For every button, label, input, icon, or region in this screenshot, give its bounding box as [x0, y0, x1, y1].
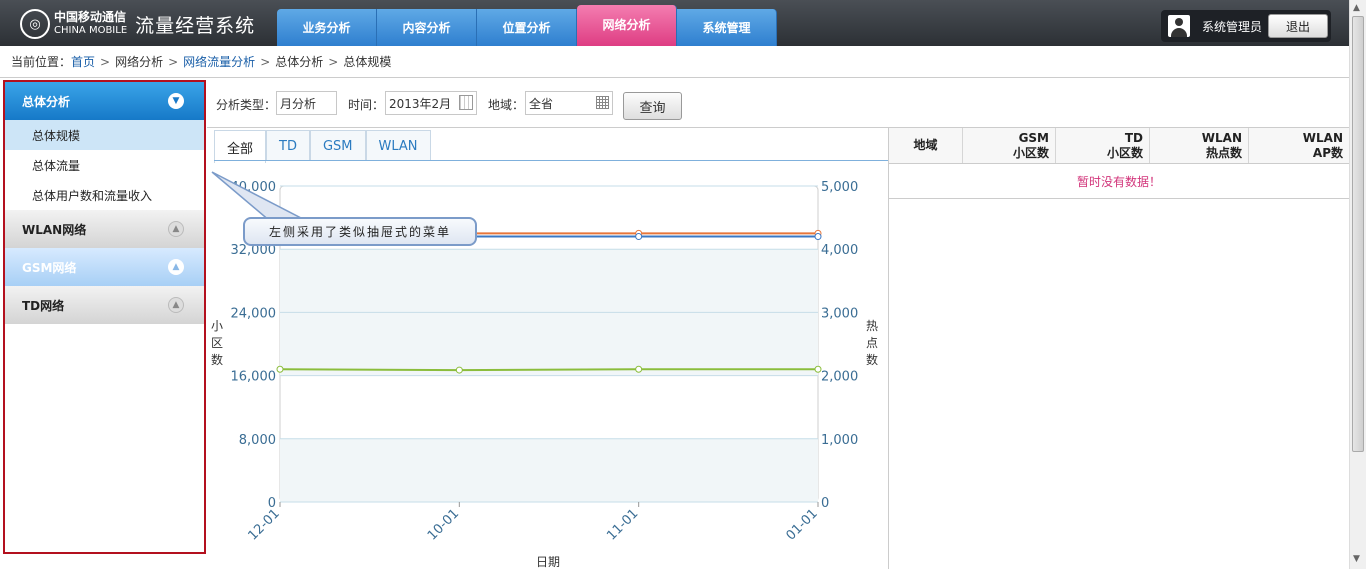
column-header-td-cells: TD 小区数	[1056, 128, 1150, 163]
breadcrumb-overall-analysis: 总体分析	[275, 55, 324, 69]
data-point	[814, 365, 822, 373]
region-label: 地域：	[488, 98, 525, 112]
y-tick-label-left: 8,000	[239, 433, 276, 448]
scroll-down-arrow-icon[interactable]: ▼	[1353, 554, 1360, 564]
column-header-wlan-ap: WLAN AP数	[1302, 130, 1343, 160]
chevron-up-icon: ▲	[168, 297, 184, 313]
filter-bar: 分析类型： 月分析 时间： 2013年2月 地域： 全省 查询	[207, 80, 1349, 128]
y-axis-label-left: 数	[211, 352, 223, 367]
data-point	[276, 365, 284, 373]
logout-button[interactable]: 退出	[1268, 14, 1329, 38]
y-tick-label-right: 1,000	[821, 433, 858, 448]
column-header-wlan-hotspots: WLAN 热点数	[1150, 128, 1249, 163]
y-axis-label-right: 数	[866, 352, 878, 367]
sidebar-group-label: GSM网络	[22, 260, 77, 275]
logo-en-text: CHINA MOBILE	[54, 25, 128, 36]
breadcrumb: 当前位置： 首页 > 网络分析 > 网络流量分析 > 总体分析 > 总体规模	[0, 46, 1349, 78]
y-tick-label-right: 4,000	[821, 243, 858, 258]
x-tick-label: 01-01	[784, 506, 821, 543]
sidebar-group-label: 总体分析	[22, 94, 71, 109]
chevron-down-icon: ▼	[168, 93, 184, 109]
sidebar-group-wlan[interactable]: WLAN网络 ▲	[5, 210, 204, 248]
nav-tab-business[interactable]: 业务分析	[277, 9, 377, 46]
y-tick-label-right: 3,000	[821, 306, 858, 321]
sidebar-item-users-revenue[interactable]: 总体用户数和流量收入	[5, 180, 204, 210]
time-value: 2013年2月	[389, 96, 452, 111]
nav-tab-network[interactable]: 网络分析	[577, 5, 677, 46]
analysis-type-value: 月分析	[280, 96, 317, 111]
data-table: 地域 GSM 小区数 TD 小区数 WLAN 热点数 WLAN AP数 暂时没有…	[888, 128, 1349, 569]
sidebar-group-overall[interactable]: 总体分析 ▼	[5, 82, 204, 120]
page-scrollbar[interactable]: ▲ ▼	[1349, 0, 1366, 569]
scroll-up-arrow-icon[interactable]: ▲	[1353, 3, 1360, 13]
china-mobile-logo-icon: ◎	[20, 9, 50, 39]
x-tick-label: 12-01	[246, 506, 283, 543]
chevron-up-icon: ▲	[168, 259, 184, 275]
breadcrumb-separator: >	[328, 54, 339, 69]
logo: ◎ 中国移动通信 CHINA MOBILE 流量经营系统	[20, 8, 255, 40]
x-tick-label: 10-01	[425, 506, 462, 543]
y-axis-label-right: 热	[866, 319, 878, 333]
breadcrumb-separator: >	[100, 54, 111, 69]
sidebar-group-label: TD网络	[22, 298, 65, 313]
breadcrumb-separator: >	[168, 54, 179, 69]
sidebar-group-label: WLAN网络	[22, 222, 87, 237]
data-point	[455, 366, 463, 374]
x-axis-label: 日期	[536, 555, 560, 569]
calendar-icon[interactable]	[459, 95, 473, 110]
annotation-callout: 左侧采用了类似抽屉式的菜单	[243, 217, 477, 246]
analysis-type-label: 分析类型：	[216, 98, 277, 112]
analysis-type-field[interactable]: 月分析	[276, 91, 337, 115]
query-button[interactable]: 查询	[623, 92, 682, 120]
sidebar-menu: 总体分析 ▼ 总体规模 总体流量 总体用户数和流量收入 WLAN网络 ▲ GSM…	[3, 80, 206, 554]
breadcrumb-network-analysis: 网络分析	[115, 55, 164, 69]
y-tick-label-left: 16,000	[231, 370, 277, 385]
y-tick-label-right: 0	[821, 496, 829, 511]
top-bar: ◎ 中国移动通信 CHINA MOBILE 流量经营系统 业务分析 内容分析 位…	[0, 0, 1366, 46]
sidebar-item-overall-traffic[interactable]: 总体流量	[5, 150, 204, 180]
time-label: 时间：	[348, 98, 385, 112]
y-tick-label-right: 5,000	[821, 180, 858, 195]
sidebar-group-gsm[interactable]: GSM网络 ▲	[5, 248, 204, 286]
nav-tab-content[interactable]: 内容分析	[377, 9, 477, 46]
breadcrumb-separator: >	[260, 54, 271, 69]
nav-tab-location[interactable]: 位置分析	[477, 9, 577, 46]
nav-tab-system[interactable]: 系统管理	[677, 9, 777, 46]
username: 系统管理员	[1202, 19, 1263, 34]
x-tick-label: 11-01	[604, 506, 641, 543]
system-title: 流量经营系统	[135, 14, 256, 37]
y-tick-label-left: 24,000	[231, 306, 277, 321]
user-avatar-icon	[1168, 15, 1190, 37]
series-line	[279, 368, 818, 372]
breadcrumb-current: 总体规模	[343, 55, 392, 69]
plot-band	[280, 438, 818, 502]
y-axis-label-left: 区	[211, 336, 223, 350]
main-nav: 业务分析 内容分析 位置分析 网络分析 系统管理	[277, 5, 777, 46]
data-point	[814, 233, 822, 241]
data-point	[635, 365, 643, 373]
y-axis-label-left: 小	[211, 319, 223, 333]
sidebar-group-td[interactable]: TD网络 ▲	[5, 286, 204, 324]
chart-panel: 全部 TD GSM WLAN 0 8,000 16,000 24,000 32,000 4…	[207, 128, 888, 569]
breadcrumb-prefix: 当前位置：	[11, 55, 72, 69]
y-axis-label-right: 点	[866, 336, 878, 350]
user-box: 系统管理员 退出	[1161, 10, 1331, 42]
region-value: 全省	[529, 96, 554, 111]
data-point	[635, 233, 643, 241]
column-header-gsm-cells: GSM 小区数	[963, 128, 1056, 163]
chevron-up-icon: ▲	[168, 221, 184, 237]
breadcrumb-home[interactable]: 首页	[71, 53, 95, 70]
table-header: 地域 GSM 小区数 TD 小区数 WLAN 热点数 WLAN AP数	[889, 128, 1349, 164]
grid-picker-icon[interactable]	[596, 96, 609, 109]
scroll-thumb[interactable]	[1352, 16, 1364, 452]
time-field[interactable]: 2013年2月	[385, 91, 477, 115]
column-header-region: 地域	[889, 128, 963, 163]
line-chart: 08,00016,00024,00032,00040,00001,0002,00…	[211, 171, 878, 569]
logo-cn-text: 中国移动通信	[54, 10, 127, 24]
y-tick-label-right: 2,000	[821, 370, 858, 385]
sidebar-item-overall-scale[interactable]: 总体规模	[5, 120, 204, 150]
breadcrumb-network-traffic[interactable]: 网络流量分析	[183, 53, 255, 70]
region-field[interactable]: 全省	[525, 91, 613, 115]
empty-state-text: 暂时没有数据！	[889, 164, 1349, 199]
